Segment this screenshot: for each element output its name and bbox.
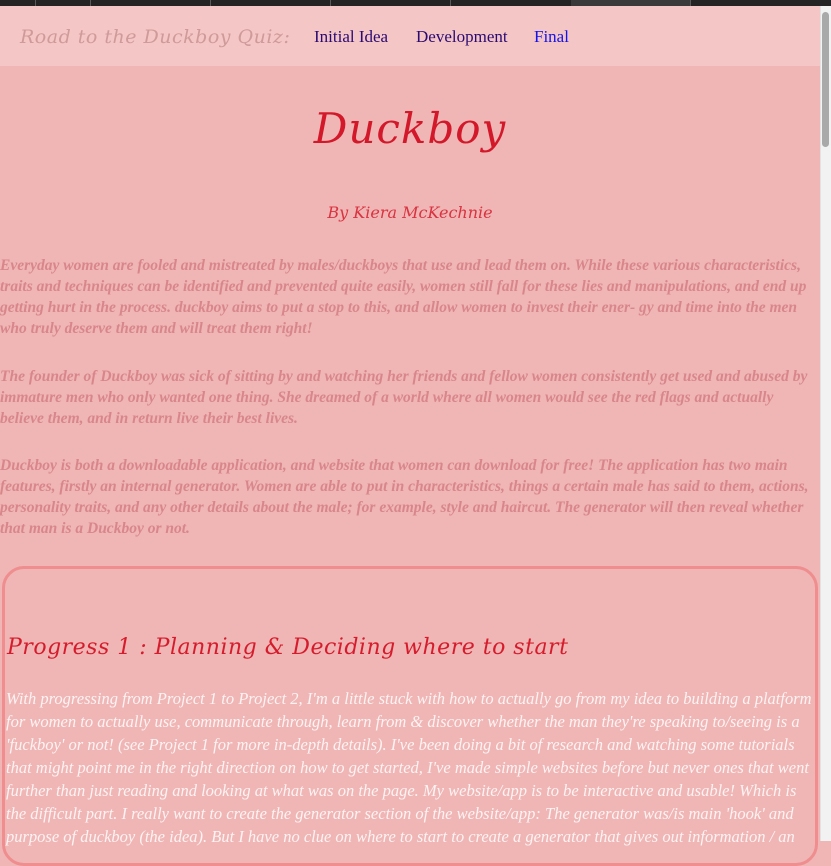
nav-link-development[interactable]: Development: [416, 27, 508, 47]
intro-paragraph: Everyday women are fooled and mistreated…: [0, 257, 807, 337]
progress-text: With progressing from Project 1 to Proje…: [6, 689, 812, 846]
navbar-brand[interactable]: Road to the Duckboy Quiz:: [20, 26, 290, 48]
nav-link-initial-idea[interactable]: Initial Idea: [314, 27, 388, 47]
intro-paragraph: Duckboy is both a downloadable applicati…: [0, 457, 809, 537]
page-title: Duckboy: [313, 104, 507, 153]
intro-paragraph: The founder of Duckboy was sick of sitti…: [0, 368, 808, 427]
progress-heading: Progress 1 : Planning & Deciding where t…: [7, 635, 569, 660]
nav-link-final[interactable]: Final: [534, 27, 569, 47]
top-navbar: Road to the Duckboy Quiz: Initial Idea D…: [0, 6, 820, 66]
scrollbar-thumb[interactable]: [822, 12, 829, 147]
author-byline: By Kiera McKechnie: [327, 203, 493, 222]
